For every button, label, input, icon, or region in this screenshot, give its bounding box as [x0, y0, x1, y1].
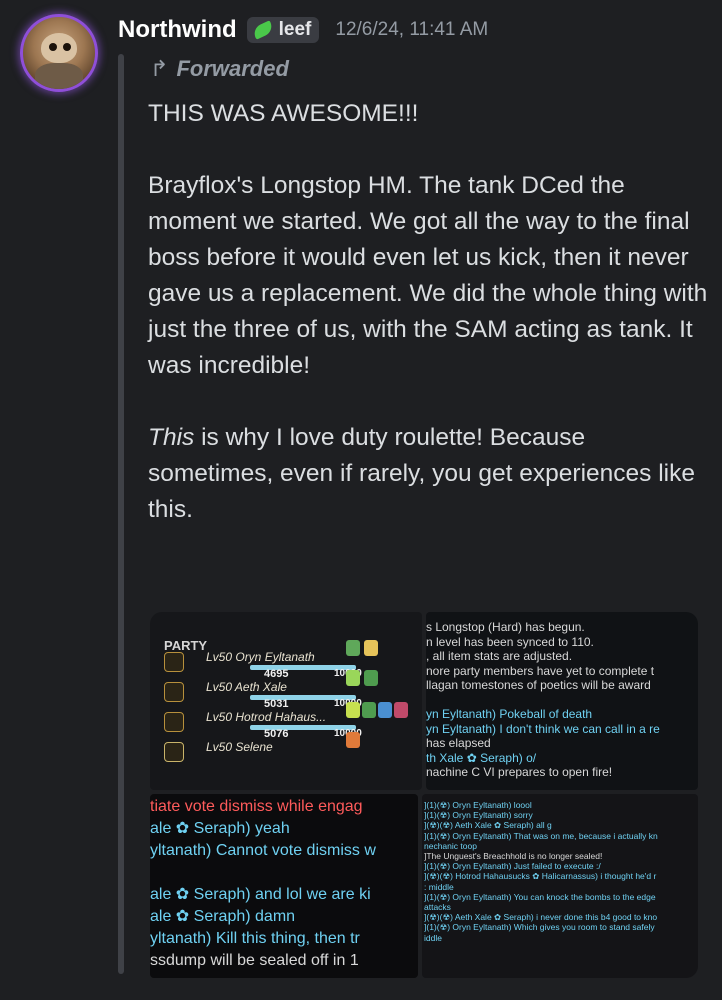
chat-line: ale ✿ Seraph) yeah — [150, 820, 290, 837]
message-content: THIS WAS AWESOME!!! Brayflox's Longstop … — [148, 96, 708, 564]
leaf-icon — [251, 20, 275, 40]
party-member-row[interactable]: Lv50 Oryn Eyltanath469510000 — [164, 650, 364, 680]
chat-line: yltanath) Kill this thing, then tr — [150, 930, 360, 947]
forwarded-label: Forwarded — [176, 56, 289, 81]
chat-line: ](1)(☢) Oryn Eyltanath) You can knock th… — [424, 891, 656, 902]
chat-line: ](1)(☢) Oryn Eyltanath) loool — [424, 800, 532, 810]
buff-icon — [364, 640, 378, 656]
buff-icon — [362, 702, 376, 718]
chat-line: llagan tomestones of poetics will be awa… — [426, 678, 651, 692]
forwarded-quote-bar — [118, 54, 124, 974]
attachment-image-party-list[interactable]: PARTY Lv50 Oryn Eyltanath469510000Lv50 A… — [150, 612, 422, 790]
chat-line: nechanic toop — [424, 840, 477, 851]
party-member-name: Lv50 Selene — [206, 740, 273, 754]
chat-line: ](☢)(☢) Aeth Xale ✿ Seraph) all g — [424, 820, 552, 831]
chat-line: n level has been synced to 110. — [426, 634, 594, 649]
user-tag-badge[interactable]: leef — [246, 17, 320, 43]
party-member-row[interactable]: Lv50 Hotrod Hahaus...507610000 — [164, 710, 364, 740]
chat-line — [150, 862, 376, 884]
party-member-name: Lv50 Aeth Xale — [206, 680, 287, 694]
message-header: Northwind leef 12/6/24, 11:41 AM — [118, 14, 488, 46]
job-icon — [164, 652, 184, 672]
chat-log: ](1)(☢) Oryn Eyltanath) loool](1)(☢) Ory… — [424, 800, 658, 943]
hp-value: 4695 — [264, 668, 289, 680]
chat-line: attacks — [424, 902, 451, 913]
chat-line: yn Eyltanath) Pokeball of death — [426, 707, 593, 721]
chat-line: has elapsed — [426, 736, 491, 750]
party-member-row[interactable]: Lv50 Selene — [164, 740, 364, 766]
avatar-body — [35, 63, 83, 89]
chat-log: s Longstop (Hard) has begun. n level has … — [426, 620, 660, 780]
chat-line: : middle — [424, 881, 454, 892]
party-member-name: Lv50 Oryn Eyltanath — [206, 650, 315, 664]
buff-icon — [394, 702, 408, 718]
chat-line: th Xale ✿ Seraph) o/ — [426, 750, 537, 765]
chat-line: iddle — [424, 932, 442, 943]
avatar-eye-right — [63, 43, 71, 51]
chat-log: tiate vote dismiss while engag ale ✿ Sera… — [150, 796, 376, 972]
chat-line: nachine C VI prepares to open fire! — [426, 765, 613, 779]
hp-value: 5031 — [264, 698, 289, 710]
buff-icon — [346, 640, 360, 656]
image-gallery: PARTY Lv50 Oryn Eyltanath469510000Lv50 A… — [150, 612, 698, 978]
buff-icons — [346, 640, 416, 748]
chat-line: ale ✿ Seraph) and lol we are ki — [150, 886, 371, 903]
chat-line: ](1)(☢) Oryn Eyltanath) Which gives you … — [424, 922, 655, 933]
party-member-name: Lv50 Hotrod Hahaus... — [206, 710, 327, 724]
chat-line: ](1)(☢) Oryn Eyltanath) Just failed to e… — [424, 861, 601, 872]
avatar-eye-left — [49, 43, 57, 51]
attachment-image-party-chat[interactable]: ](1)(☢) Oryn Eyltanath) loool](1)(☢) Ory… — [422, 794, 698, 978]
chat-line: yn Eyltanath) I don't think we can call … — [426, 721, 660, 736]
job-icon — [164, 682, 184, 702]
chat-line: nore party members have yet to complete … — [426, 663, 655, 678]
chat-line: s Longstop (Hard) has begun. — [426, 620, 585, 634]
chat-line: ](1)(☢) Oryn Eyltanath) sorry — [424, 810, 533, 821]
chat-line: ssdump will be sealed off in 1 — [150, 952, 359, 969]
message-paragraph-3: This is why I love duty roulette! Becaus… — [148, 420, 708, 528]
message-emphasis: This — [148, 424, 195, 451]
buff-icon — [346, 670, 360, 686]
message-line-1: THIS WAS AWESOME!!! — [148, 100, 419, 127]
owl-avatar-icon — [41, 33, 77, 63]
chat-line: , all item stats are adjusted. — [426, 649, 573, 663]
chat-line — [426, 693, 660, 708]
buff-icon — [378, 702, 392, 718]
chat-line: ale ✿ Seraph) damn — [150, 908, 296, 925]
buff-icon — [346, 732, 360, 748]
message-paragraph-2: Brayflox's Longstop HM. The tank DCed th… — [148, 172, 708, 379]
job-icon — [164, 712, 184, 732]
chat-line: ](☢)(☢) Hotrod Hahausucks ✿ Halicarnassu… — [424, 871, 657, 882]
attachment-image-vote-log[interactable]: tiate vote dismiss while engag ale ✿ Sera… — [150, 794, 418, 978]
chat-line: ](1)(☢) Oryn Eyltanath) That was on me, … — [424, 830, 658, 841]
chat-line: ](☢)(☢) Aeth Xale ✿ Seraph) i never done… — [424, 912, 658, 923]
message-timestamp[interactable]: 12/6/24, 11:41 AM — [335, 19, 488, 41]
buff-icon — [346, 702, 360, 718]
user-avatar[interactable] — [20, 14, 98, 92]
forward-arrow-icon: ↱ — [150, 56, 169, 82]
chat-line: tiate vote dismiss while engag — [150, 798, 363, 815]
chat-line: yltanath) Cannot vote dismiss w — [150, 842, 376, 859]
job-icon — [164, 742, 184, 762]
chat-line: ]The Unguest's Breachhold is no longer s… — [424, 851, 603, 862]
hp-value: 5076 — [264, 728, 289, 740]
message-paragraph-3-text: is why I love duty roulette! Because som… — [148, 424, 695, 523]
party-member-row[interactable]: Lv50 Aeth Xale503110000 — [164, 680, 364, 710]
buff-icon — [364, 670, 378, 686]
username[interactable]: Northwind — [118, 16, 237, 44]
user-tag-label: leef — [278, 19, 312, 40]
forwarded-indicator: ↱ Forwarded — [150, 56, 289, 82]
attachment-image-duty-log[interactable]: s Longstop (Hard) has begun. n level has … — [426, 612, 698, 790]
